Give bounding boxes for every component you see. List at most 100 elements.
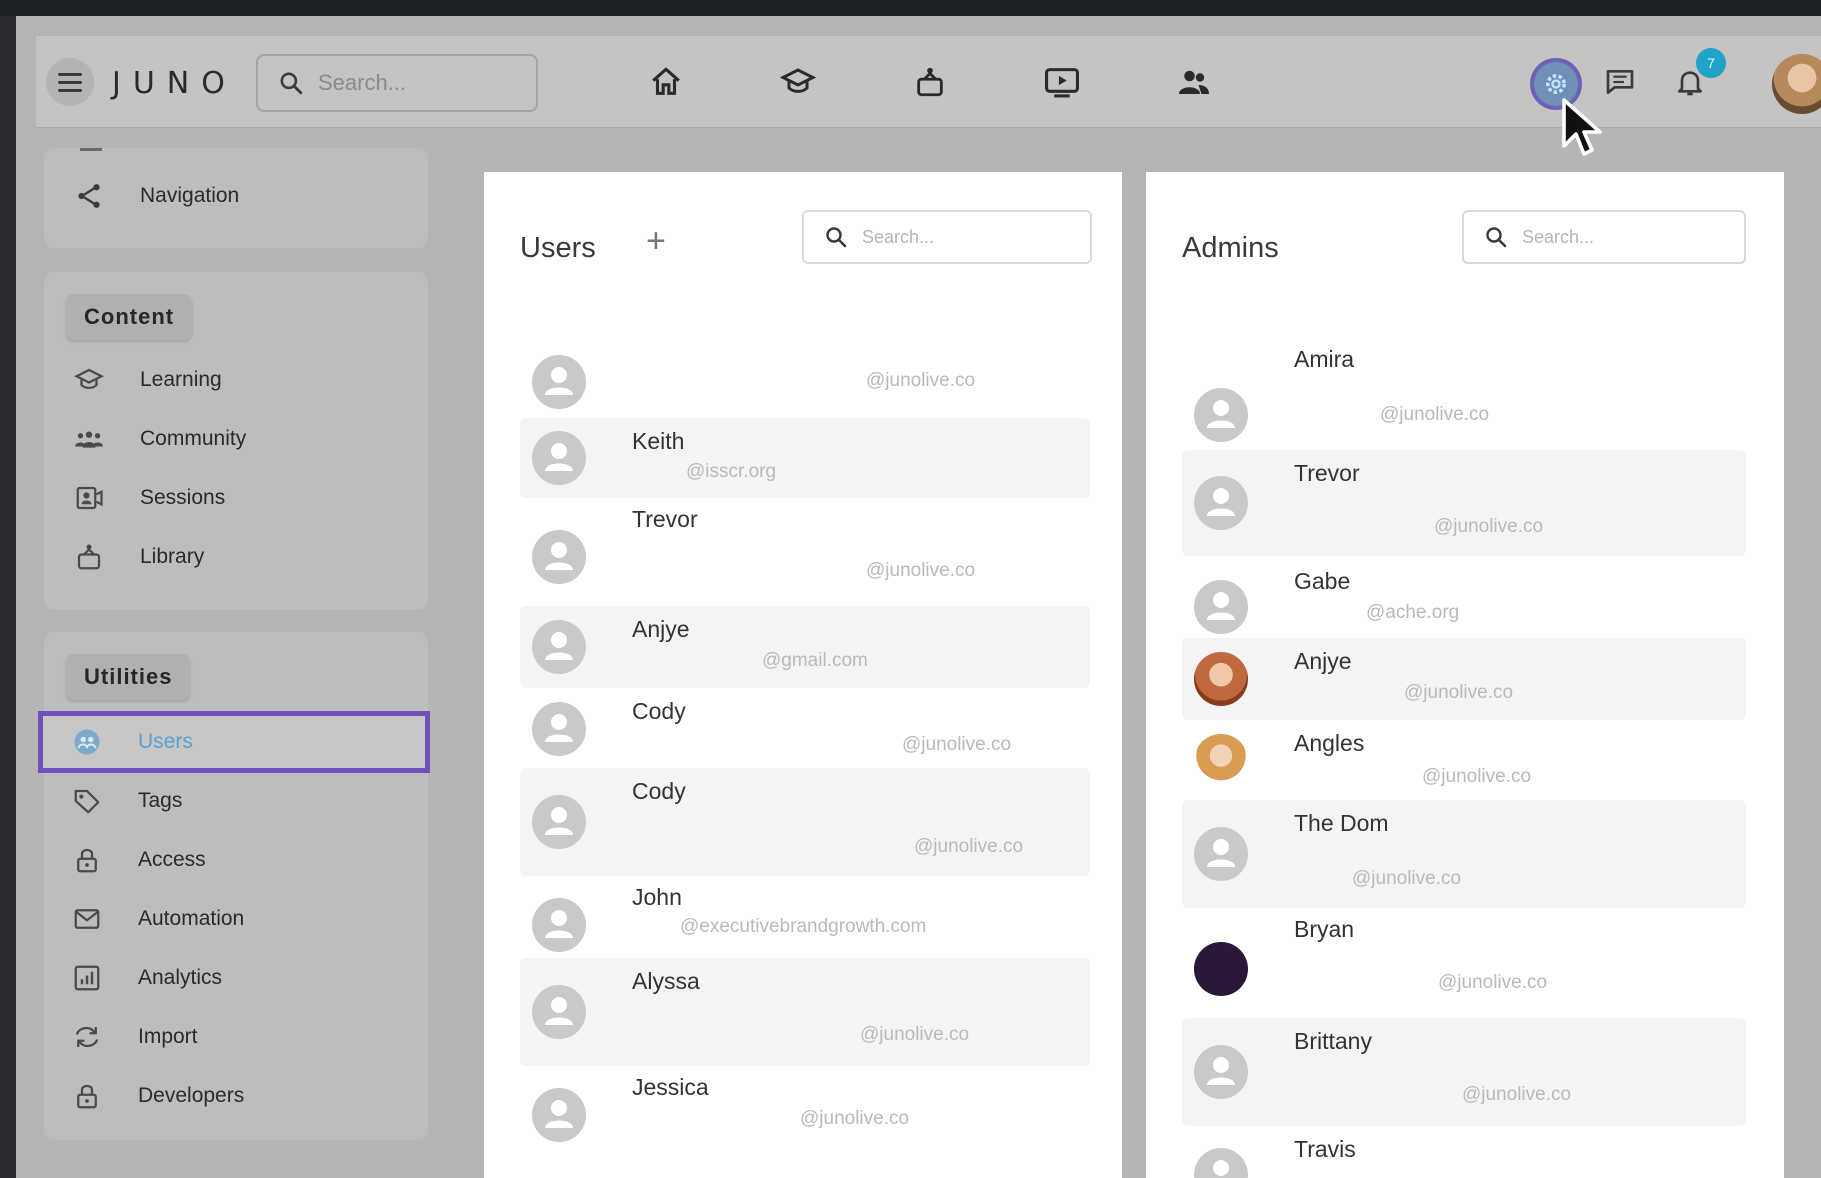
sidebar-item-label: Sessions [140, 486, 226, 509]
user-email: @junolive.co [914, 836, 1024, 857]
sidebar-item-users[interactable]: Users [72, 720, 193, 764]
default-avatar-icon [532, 431, 586, 485]
home-icon[interactable] [644, 60, 688, 104]
sidebar-item-label: Analytics [138, 966, 223, 989]
user-row[interactable]: Alyssa @junolive.co [520, 958, 1090, 1066]
admin-photo-avatar [1194, 734, 1248, 788]
library-icon[interactable] [908, 60, 952, 104]
admins-panel-title: Admins [1182, 232, 1279, 264]
sidebar-item-label: Community [140, 427, 247, 450]
admin-row[interactable]: The Dom @junolive.co [1182, 800, 1746, 908]
user-name: Alyssa [632, 968, 700, 994]
admin-photo-avatar [1194, 652, 1248, 706]
sidebar-item-community[interactable]: Community [74, 417, 246, 461]
users-globe-icon [72, 727, 102, 757]
community-icon[interactable] [1172, 60, 1216, 104]
sidebar-item-developers[interactable]: Developers [72, 1074, 244, 1118]
sidebar-item-label: Developers [138, 1084, 245, 1107]
default-avatar-icon [1194, 827, 1248, 881]
user-avatar[interactable] [1772, 54, 1821, 114]
sidebar-item-library[interactable]: Library [74, 535, 204, 579]
sidebar-item-navigation[interactable]: Navigation [74, 174, 239, 218]
lock-icon [72, 845, 102, 875]
section-title-utilities: Utilities [66, 654, 191, 700]
admin-row[interactable]: Gabe @ache.org [1182, 562, 1746, 642]
default-avatar-icon [1194, 580, 1248, 634]
default-avatar-icon [532, 1088, 586, 1142]
admin-row[interactable]: Angles @junolive.co [1182, 720, 1746, 802]
sidebar-item-learning[interactable]: Learning [74, 358, 222, 402]
admin-row[interactable]: Brittany @junolive.co [1182, 1018, 1746, 1126]
user-name: Trevor [632, 506, 698, 532]
add-user-button[interactable]: + [646, 222, 666, 261]
user-email: @junolive.co [902, 734, 1012, 755]
sidebar-item-label: Access [138, 848, 206, 871]
default-avatar-icon [532, 530, 586, 584]
users-search-input[interactable]: Search... [802, 210, 1092, 264]
user-email: @isscr.org [686, 461, 777, 482]
sidebar-utilities-card: Utilities [44, 632, 428, 1140]
default-avatar-icon [532, 702, 586, 756]
admin-email: @junolive.co [1352, 868, 1462, 889]
admin-email: @junolive.co [1422, 766, 1532, 787]
sidebar-navigation-card: Navigation [44, 148, 428, 248]
admin-row[interactable]: Trevor @junolive.co [1182, 450, 1746, 556]
default-avatar-icon [532, 620, 586, 674]
user-row[interactable]: Cody @junolive.co [520, 768, 1090, 876]
users-panel-title: Users [520, 232, 596, 264]
user-email: @executivebrandgrowth.com [680, 916, 927, 937]
admin-email: @junolive.co [1462, 1084, 1572, 1105]
user-name: Jessica [632, 1074, 709, 1100]
app-logo: JUNO [112, 66, 237, 101]
sidebar-item-label: Import [138, 1025, 198, 1048]
library-icon [74, 542, 104, 572]
graduation-cap-icon[interactable] [776, 60, 820, 104]
user-row[interactable]: Keith @isscr.org [520, 418, 1090, 498]
sidebar-content-card: Content Learning Community Sessions Libr… [44, 272, 428, 610]
user-row[interactable]: @junolive.co [520, 344, 1090, 420]
share-icon [74, 181, 104, 211]
sidebar-item-sessions[interactable]: Sessions [74, 476, 225, 520]
user-name: John [632, 884, 682, 910]
admin-row[interactable]: Travis [1182, 1132, 1746, 1178]
default-avatar-icon [532, 795, 586, 849]
admin-row[interactable]: Bryan @junolive.co [1182, 916, 1746, 1022]
admin-email: @junolive.co [1438, 972, 1548, 993]
sync-icon [72, 1022, 102, 1052]
search-placeholder: Search... [862, 226, 935, 247]
user-email: @junolive.co [866, 370, 976, 391]
user-row[interactable]: Trevor @junolive.co [520, 506, 1090, 608]
user-email: @gmail.com [762, 650, 868, 671]
community-icon [74, 424, 104, 454]
admin-row[interactable]: Amira @junolive.co [1182, 346, 1746, 454]
lock-icon [72, 1081, 102, 1111]
video-icon[interactable] [1040, 60, 1084, 104]
sidebar-item-analytics[interactable]: Analytics [72, 956, 222, 1000]
sidebar-item-access[interactable]: Access [72, 838, 206, 882]
admin-row[interactable]: Anjye @junolive.co [1182, 638, 1746, 720]
hamburger-menu-icon[interactable] [46, 58, 94, 106]
user-row[interactable]: Anjye @gmail.com [520, 606, 1090, 688]
graduation-cap-icon [74, 365, 104, 395]
sidebar-item-import[interactable]: Import [72, 1015, 198, 1059]
global-search-input[interactable]: Search... [256, 54, 538, 112]
user-email: @junolive.co [866, 560, 976, 581]
default-avatar-icon [1194, 388, 1248, 442]
sidebar-item-label: Users [138, 730, 193, 753]
sidebar-item-tags[interactable]: Tags [72, 779, 182, 823]
search-placeholder: Search... [1522, 226, 1595, 247]
tag-icon [72, 786, 102, 816]
admin-name: Angles [1294, 730, 1365, 756]
admin-name: Trevor [1294, 460, 1360, 486]
messages-icon[interactable] [1598, 60, 1642, 104]
analytics-icon [72, 963, 102, 993]
sidebar-item-automation[interactable]: Automation [72, 897, 244, 941]
admin-name: Brittany [1294, 1028, 1372, 1054]
user-name: Keith [632, 428, 685, 454]
search-icon [1486, 227, 1507, 248]
user-row[interactable]: Cody @junolive.co [520, 688, 1090, 770]
admins-search-input[interactable]: Search... [1462, 210, 1746, 264]
user-row[interactable]: John @executivebrandgrowth.com [520, 884, 1090, 966]
mail-icon [72, 904, 102, 934]
user-row[interactable]: Jessica @junolive.co [520, 1068, 1090, 1160]
